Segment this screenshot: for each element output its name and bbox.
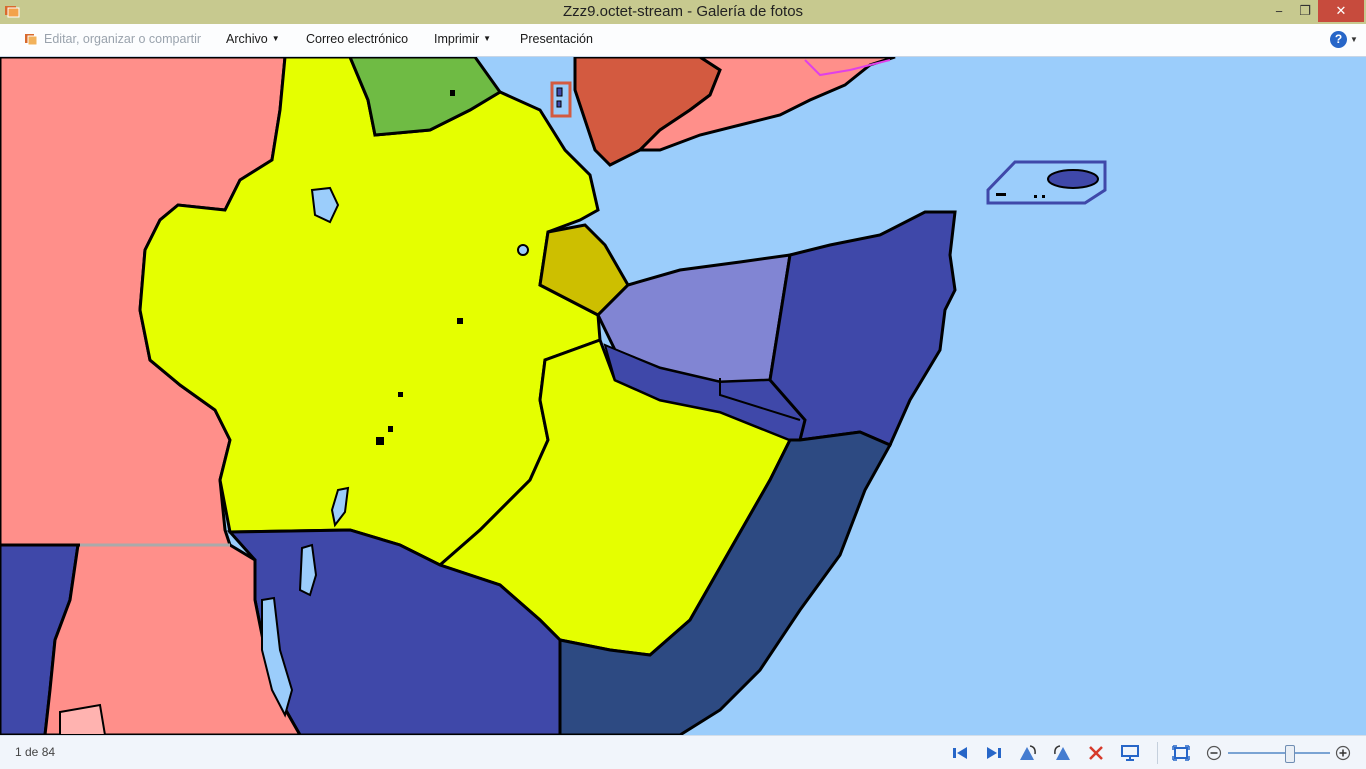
- help-icon[interactable]: ?: [1330, 31, 1347, 48]
- socotra-island: [1047, 169, 1099, 189]
- zoom-out-icon: [1206, 745, 1222, 761]
- slideshow-button[interactable]: [1119, 742, 1141, 764]
- delete-icon: [1089, 746, 1103, 760]
- next-button[interactable]: [983, 742, 1005, 764]
- island-dot: [556, 100, 562, 108]
- slideshow-icon: [1121, 745, 1139, 761]
- map-dot: [388, 426, 393, 432]
- navigation-bar: 1 de 84: [0, 735, 1366, 769]
- socotra-islet: [996, 193, 1006, 196]
- lake-dot: [517, 244, 529, 256]
- edit-organize-icon: [25, 34, 38, 46]
- map-dot: [457, 318, 463, 324]
- window-title: Zzz9.octet-stream - Galería de fotos: [562, 3, 804, 20]
- rotate-left-button[interactable]: [1017, 742, 1039, 764]
- map-image: [0, 57, 1366, 735]
- map-dot: [450, 90, 455, 96]
- island-dot: [556, 87, 563, 97]
- rotate-right-icon: [1054, 745, 1070, 760]
- command-bar: Editar, organizar o compartir Archivo ▼ C…: [0, 24, 1366, 57]
- zoom-slider-thumb[interactable]: [1285, 745, 1295, 763]
- zoom-slider-track[interactable]: [1228, 752, 1330, 754]
- fit-to-window-icon: [1172, 745, 1190, 761]
- image-counter: 1 de 84: [15, 745, 56, 759]
- file-menu-label: Archivo: [226, 32, 268, 46]
- print-menu[interactable]: Imprimir ▼: [434, 32, 491, 46]
- title-bar: Zzz9.octet-stream - Galería de fotos − ❐…: [0, 0, 1366, 24]
- previous-button[interactable]: [949, 742, 971, 764]
- print-menu-label: Imprimir: [434, 32, 480, 46]
- zoom-in-icon: [1335, 745, 1351, 761]
- zoom-out-button[interactable]: [1203, 742, 1225, 764]
- chevron-down-icon: ▼: [271, 34, 280, 43]
- file-menu[interactable]: Archivo ▼: [226, 32, 280, 46]
- socotra-islet: [1042, 195, 1045, 198]
- zoom-in-button[interactable]: [1332, 742, 1354, 764]
- close-button[interactable]: ✕: [1318, 0, 1364, 22]
- email-menu[interactable]: Correo electrónico: [306, 32, 408, 46]
- previous-icon: [953, 747, 967, 759]
- slideshow-menu[interactable]: Presentación: [520, 32, 593, 46]
- maximize-button[interactable]: ❐: [1292, 0, 1318, 22]
- image-viewer[interactable]: [0, 57, 1366, 735]
- toolbar-separator: [1157, 742, 1158, 764]
- socotra-islet: [1034, 195, 1037, 198]
- delete-button[interactable]: [1085, 742, 1107, 764]
- next-icon: [987, 747, 1001, 759]
- rotate-left-icon: [1020, 745, 1036, 760]
- rotate-right-button[interactable]: [1051, 742, 1073, 764]
- minimize-button[interactable]: −: [1266, 0, 1292, 22]
- map-dot: [398, 392, 403, 397]
- chevron-down-icon[interactable]: ▼: [1350, 35, 1358, 44]
- chevron-down-icon: ▼: [483, 34, 492, 43]
- map-dot: [376, 437, 384, 445]
- edit-organize-share-menu[interactable]: Editar, organizar o compartir: [44, 32, 201, 46]
- fit-to-window-button[interactable]: [1170, 742, 1192, 764]
